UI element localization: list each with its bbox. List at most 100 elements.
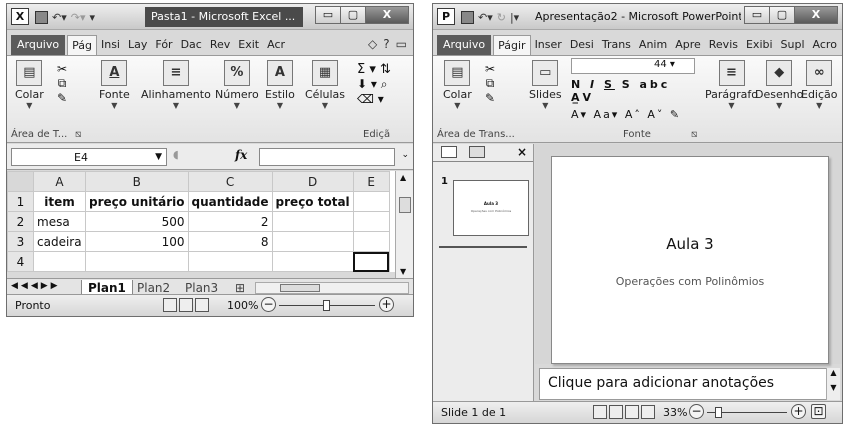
cell-a2[interactable]: mesa <box>33 211 86 232</box>
tab-revisao[interactable]: Revis <box>705 35 742 55</box>
alignment-button[interactable]: ≡ Alinhamento ▼ <box>141 60 211 110</box>
copy-icon[interactable]: ⧉ <box>485 76 495 91</box>
slides-button[interactable]: ▭ Slides ▼ <box>529 60 562 110</box>
outline-tab-icon[interactable] <box>469 146 485 158</box>
zoom-out-icon[interactable]: − <box>261 297 276 312</box>
select-all-corner[interactable] <box>7 171 34 192</box>
notes-scrollbar[interactable]: ▲ ▼ <box>826 368 840 400</box>
drawing-button[interactable]: ◆ Desenho ▼ <box>755 60 803 110</box>
page-layout-view-icon[interactable] <box>179 298 193 312</box>
slideshow-view-icon[interactable] <box>641 405 655 419</box>
close-button[interactable]: X <box>794 6 838 24</box>
reading-view-icon[interactable] <box>625 405 639 419</box>
cell-e3[interactable] <box>352 231 390 252</box>
powerpoint-app-icon[interactable]: P <box>437 8 455 25</box>
zoom-slider-knob[interactable] <box>323 300 330 311</box>
slide-sorter-view-icon[interactable] <box>609 405 623 419</box>
maximize-button[interactable]: ▢ <box>340 6 366 24</box>
tab-design[interactable]: Desi <box>566 35 598 55</box>
customize-qat-icon[interactable]: ▾ <box>90 11 96 24</box>
cut-icon[interactable]: ✂ <box>485 62 495 76</box>
clear-icon[interactable]: ⌫ ▾ <box>357 92 391 106</box>
paragraph-button[interactable]: ≡ Parágrafo ▼ <box>705 60 758 110</box>
font-button[interactable]: A Fonte ▼ <box>99 60 130 110</box>
expand-formula-icon[interactable]: ⌄ <box>401 150 409 160</box>
slide-title[interactable]: Aula 3 <box>552 235 828 253</box>
cell-a3[interactable]: cadeira <box>33 231 86 252</box>
row-header[interactable]: 1 <box>7 191 34 212</box>
tab-exibicao[interactable]: Exibi <box>742 35 777 55</box>
tab-pagina-inicial[interactable]: Págir <box>493 35 531 55</box>
notes-input[interactable]: Clique para adicionar anotações <box>539 368 829 400</box>
row-header[interactable]: 2 <box>7 211 34 232</box>
current-slide[interactable]: Aula 3 Operações com Polinômios <box>551 156 829 364</box>
slides-tab-icon[interactable] <box>441 146 457 158</box>
save-icon[interactable] <box>35 10 48 24</box>
format-painter-icon[interactable]: ✎ <box>57 91 67 105</box>
cell-a4[interactable] <box>33 251 86 272</box>
tab-suplementos[interactable]: Supl <box>777 35 809 55</box>
vertical-scrollbar[interactable]: ▲ ▼ <box>395 171 413 278</box>
column-header[interactable]: E <box>352 171 390 192</box>
page-break-view-icon[interactable] <box>195 298 209 312</box>
undo-icon[interactable]: ↶▾ <box>478 11 493 24</box>
cell-d2[interactable] <box>271 211 354 232</box>
sheet-nav-arrows-icon[interactable]: ◀◀◀▶▶ <box>11 281 61 291</box>
tab-exibicao[interactable]: Exit <box>234 35 263 55</box>
insert-function-icon[interactable]: fx <box>235 148 247 162</box>
restore-window-icon[interactable]: ▭ <box>396 37 407 51</box>
excel-app-icon[interactable]: X <box>11 8 29 25</box>
zoom-level[interactable]: 100% <box>227 299 258 312</box>
cell-b1[interactable]: preço unitário <box>85 191 189 212</box>
row-header[interactable]: 3 <box>7 231 34 252</box>
undo-icon[interactable]: ↶▾ <box>52 11 67 24</box>
row-header[interactable]: 4 <box>7 251 34 272</box>
cell-a1[interactable]: item <box>33 191 86 212</box>
tab-pagina-inicial[interactable]: Pág <box>67 35 97 55</box>
minimize-button[interactable]: ▭ <box>744 6 770 24</box>
sum-icon[interactable]: Σ ▾ ⇅ <box>357 62 391 77</box>
tab-inserir[interactable]: Inser <box>531 35 566 55</box>
cell-d1[interactable]: preço total <box>271 191 354 212</box>
zoom-slider-knob[interactable] <box>715 407 722 418</box>
minimize-button[interactable]: ▭ <box>315 6 341 24</box>
font-size-icons[interactable]: A▾ Aa▾ A˄ A˅ ✎ <box>571 108 699 121</box>
fill-icon[interactable]: ⬇ ▾ ⌕ <box>357 77 391 92</box>
scroll-up-icon[interactable]: ▲ <box>400 173 406 182</box>
close-pane-icon[interactable]: × <box>517 145 527 159</box>
cell-c1[interactable]: quantidade <box>187 191 273 212</box>
slide-thumbnail[interactable]: Aula 3 Operações com Polinômios <box>453 180 529 236</box>
minimize-ribbon-icon[interactable]: ◇ <box>368 37 377 51</box>
scroll-down-icon[interactable]: ▼ <box>400 267 406 276</box>
horizontal-scrollbar[interactable] <box>255 282 409 294</box>
tab-dados[interactable]: Dac <box>177 35 206 55</box>
cut-icon[interactable]: ✂ <box>57 62 67 76</box>
help-icon[interactable]: ? <box>383 37 389 51</box>
tab-arquivo[interactable]: Arquivo <box>437 35 492 55</box>
column-header[interactable]: C <box>187 171 273 192</box>
cell-b3[interactable]: 100 <box>85 231 189 252</box>
normal-view-icon[interactable] <box>163 298 177 312</box>
chevron-down-icon[interactable]: ▼ <box>155 152 162 162</box>
style-button[interactable]: A Estilo ▼ <box>265 60 295 110</box>
number-button[interactable]: % Número ▼ <box>215 60 259 110</box>
tab-animacoes[interactable]: Anim <box>635 35 671 55</box>
paste-group[interactable]: ▤ Colar ▼ <box>443 60 472 110</box>
cell-c3[interactable]: 8 <box>187 231 273 252</box>
maximize-button[interactable]: ▢ <box>769 6 795 24</box>
tab-apresentacao[interactable]: Apre <box>671 35 705 55</box>
tab-inserir[interactable]: Insi <box>97 35 124 55</box>
cell-e2[interactable] <box>352 211 390 232</box>
redo-icon[interactable]: ↷▾ <box>71 11 86 24</box>
redo-icon[interactable]: ↻ <box>497 11 506 24</box>
cell-e4-selected[interactable] <box>352 251 390 272</box>
save-icon[interactable] <box>461 10 474 24</box>
scroll-thumb[interactable] <box>280 284 320 292</box>
paste-group[interactable]: ▤ Colar ▼ <box>15 60 44 110</box>
scroll-up-icon[interactable]: ▲ <box>827 368 840 377</box>
scroll-down-icon[interactable]: ▼ <box>827 383 840 392</box>
font-size-select[interactable]: 44 ▾ <box>571 58 695 74</box>
tab-acrobat[interactable]: Acro <box>809 35 841 55</box>
scroll-thumb[interactable] <box>399 197 411 213</box>
cell-e1[interactable] <box>352 191 390 212</box>
